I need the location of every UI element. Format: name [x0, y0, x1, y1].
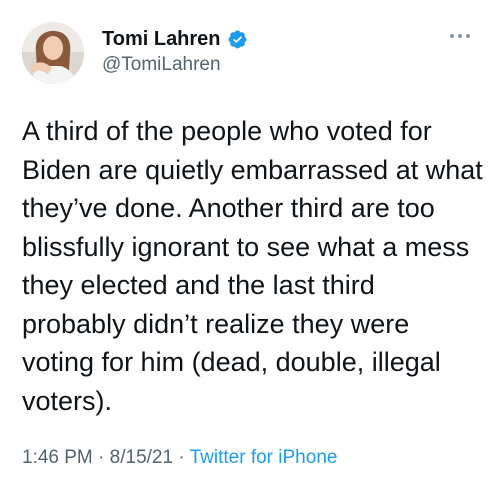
verified-badge-icon [227, 29, 248, 50]
author-name-row: Tomi Lahren [102, 27, 248, 51]
meta-separator: · [173, 447, 190, 468]
avatar-photo [22, 22, 84, 84]
author-handle[interactable]: @TomiLahren [102, 53, 221, 77]
meta-separator: · [92, 447, 110, 468]
tweet-metadata: 1:46 PM · 8/15/21 · Twitter for iPhone [22, 446, 337, 470]
author-display-name[interactable]: Tomi Lahren [102, 27, 221, 51]
tweet-time[interactable]: 1:46 PM [22, 447, 93, 468]
more-options-icon[interactable] [446, 26, 474, 46]
tweet-text: A third of the people who voted for Bide… [22, 116, 483, 416]
tweet-date[interactable]: 8/15/21 [110, 447, 173, 468]
tweet-card: Tomi Lahren @TomiLahren A third of the p… [0, 0, 500, 479]
tweet-source-link[interactable]: Twitter for iPhone [190, 447, 338, 468]
avatar[interactable] [22, 22, 84, 84]
